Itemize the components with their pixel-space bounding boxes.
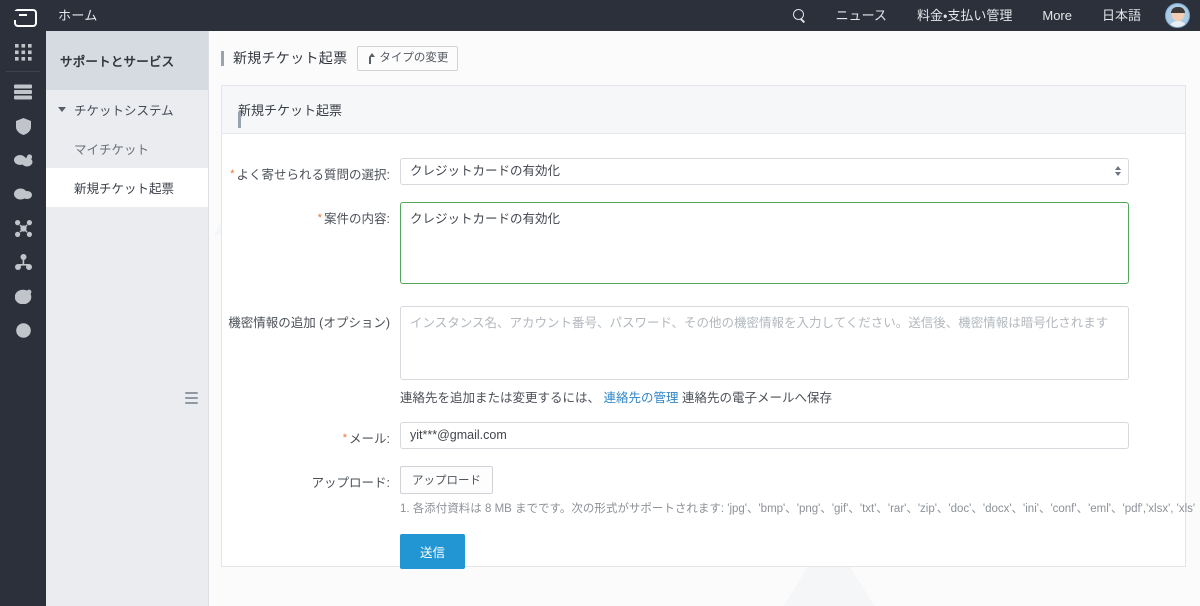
description-textarea[interactable]: クレジットカードの有効化: [400, 201, 1129, 284]
chevron-down-icon: [58, 107, 66, 112]
form-row-upload: アップロード: アップロード 1. 各添付資料は 8 MB までです。次の形式が…: [222, 465, 1195, 517]
ticket-form-panel: 新規チケット起票 * よく寄せられる質問の選択: クレジットカードの有効化 * …: [221, 84, 1195, 570]
rail-item-cloud-network[interactable]: [0, 143, 46, 177]
faq-select-wrapper: クレジットカードの有効化: [400, 157, 1129, 185]
topbar-left-group: ホーム: [0, 0, 110, 31]
contact-helper-suffix: 連絡先の電子メールへ保存: [682, 390, 833, 405]
sidebar-group-ticket-system[interactable]: チケットシステム: [46, 90, 208, 129]
upload-label: アップロード:: [311, 475, 390, 490]
description-label-text: 案件の内容:: [324, 211, 390, 226]
form-row-description: * 案件の内容: クレジットカードの有効化: [222, 201, 1185, 289]
title-accent-bar: [221, 50, 224, 66]
topbar-right-group: ニュース 料金・支払い管理 More 日本語: [783, 0, 1200, 31]
contact-helper-text: 連絡先を追加または変更するには、 連絡先の管理 連絡先の電子メールへ保存: [400, 385, 1129, 422]
topbar-item-billing[interactable]: 料金・支払い管理: [902, 0, 1027, 31]
panel-header-inner: 新規チケット起票: [238, 100, 343, 128]
server-stack-icon: [14, 84, 32, 100]
form-row-email: * メール:: [222, 421, 1185, 449]
faq-select[interactable]: クレジットカードの有効化: [400, 157, 1129, 185]
avatar-hair: [1170, 7, 1185, 13]
upload-control: アップロード 1. 各添付資料は 8 MB までです。次の形式がサポートされます…: [400, 465, 1200, 517]
submit-control: 送信: [400, 534, 1185, 570]
description-control: クレジットカードの有効化: [400, 201, 1185, 289]
panel-header: 新規チケット起票: [222, 84, 1185, 134]
rail-item-apps[interactable]: [0, 35, 46, 69]
confidential-textarea[interactable]: [400, 305, 1129, 380]
change-type-label: タイプの変更: [379, 52, 449, 64]
main-content: 新規チケット起票 タイプの変更 新規チケット起票 * よく寄せられる質問の選択:…: [209, 31, 1200, 606]
sidebar-navigation: サポートとサービス チケットシステム マイチケット 新規チケット起票: [46, 31, 209, 606]
confidential-control: 連絡先を追加または変更するには、 連絡先の管理 連絡先の電子メールへ保存: [400, 305, 1185, 422]
submit-spacer: [222, 534, 400, 569]
page-header: 新規チケット起票 タイプの変更: [209, 31, 1200, 85]
panel-header-text: 新規チケット起票: [238, 102, 343, 118]
network-nodes-icon: [14, 219, 32, 237]
required-marker: *: [230, 167, 235, 180]
page-title: 新規チケット起票: [221, 48, 347, 68]
rail-item-globe-cloud[interactable]: [0, 279, 46, 313]
faq-label: * よく寄せられる質問の選択:: [222, 158, 400, 185]
rail-divider: [6, 71, 40, 72]
sidebar-item-new-ticket[interactable]: 新規チケット起票: [46, 168, 208, 207]
form-row-confidential: 機密情報の追加 (オプション) 連絡先を追加または変更するには、 連絡先の管理 …: [222, 305, 1185, 422]
avatar[interactable]: [1165, 3, 1190, 28]
email-control: [400, 421, 1185, 449]
form-body: * よく寄せられる質問の選択: クレジットカードの有効化 * 案件の内容: クレ…: [222, 134, 1195, 570]
faq-label-text: よく寄せられる質問の選択:: [236, 167, 390, 182]
rail-item-servers[interactable]: [0, 75, 46, 109]
submit-button[interactable]: 送信: [400, 534, 466, 570]
grid-apps-icon: [14, 43, 32, 61]
sidebar-title: サポートとサービス: [46, 31, 208, 90]
brand-logo-icon: [12, 8, 37, 27]
form-row-faq: * よく寄せられる質問の選択: クレジットカードの有効化: [222, 157, 1185, 185]
search-icon: [792, 8, 807, 23]
rail-item-status[interactable]: [0, 313, 46, 347]
topbar-item-news[interactable]: ニュース: [821, 0, 902, 31]
top-navigation-bar: ホーム ニュース 料金・支払い管理 More 日本語: [0, 0, 1200, 31]
page-title-text: 新規チケット起票: [233, 50, 348, 67]
panel-accent-bar: [238, 111, 241, 128]
search-button[interactable]: [783, 8, 821, 23]
description-label: * 案件の内容:: [222, 202, 400, 289]
confidential-label: 機密情報の追加 (オプション): [228, 315, 390, 330]
sidebar-item-my-tickets[interactable]: マイチケット: [46, 129, 208, 168]
topbar-item-language[interactable]: 日本語: [1087, 0, 1156, 31]
cloud-storage-icon: [14, 188, 32, 200]
rail-item-cloud-storage[interactable]: [0, 177, 46, 211]
body-wrapper: サポートとサービス チケットシステム マイチケット 新規チケット起票 新規チケッ…: [0, 31, 1200, 606]
email-field[interactable]: [400, 421, 1129, 449]
change-type-button[interactable]: タイプの変更: [357, 46, 459, 71]
home-link[interactable]: ホーム: [46, 0, 110, 31]
upload-button[interactable]: アップロード: [400, 465, 493, 494]
required-marker: *: [317, 211, 323, 224]
cluster-share-icon: [14, 254, 32, 270]
required-marker: *: [342, 431, 348, 444]
manage-contacts-link[interactable]: 連絡先の管理: [604, 391, 679, 405]
application-window: ホーム ニュース 料金・支払い管理 More 日本語 サポートとサービス チケッ…: [0, 0, 1200, 606]
shield-security-icon: [15, 117, 31, 135]
upload-note: 1. 各添付資料は 8 MB までです。次の形式がサポートされます: 'jpg'…: [400, 502, 1196, 515]
topbar-item-more[interactable]: More: [1027, 0, 1087, 31]
form-row-submit: 送信: [222, 534, 1185, 570]
email-label-text: メール:: [349, 431, 390, 446]
swap-type-icon: [365, 52, 375, 64]
circle-status-icon: [15, 322, 31, 338]
rail-item-security[interactable]: [0, 109, 46, 143]
brand-logo-button[interactable]: [0, 0, 46, 31]
avatar-body: [1168, 21, 1187, 27]
sidebar-collapse-icon[interactable]: [185, 389, 199, 407]
cloud-network-icon: [13, 154, 32, 167]
email-label: * メール:: [222, 422, 400, 449]
globe-cloud-icon: [14, 289, 31, 304]
rail-item-cluster[interactable]: [0, 245, 46, 279]
rail-item-network-nodes[interactable]: [0, 211, 46, 245]
icon-rail: [0, 31, 46, 606]
faq-control: クレジットカードの有効化: [400, 157, 1185, 185]
sidebar-group-label: チケットシステム: [74, 104, 174, 118]
contact-helper-prefix: 連絡先を追加または変更するには、: [400, 390, 601, 405]
